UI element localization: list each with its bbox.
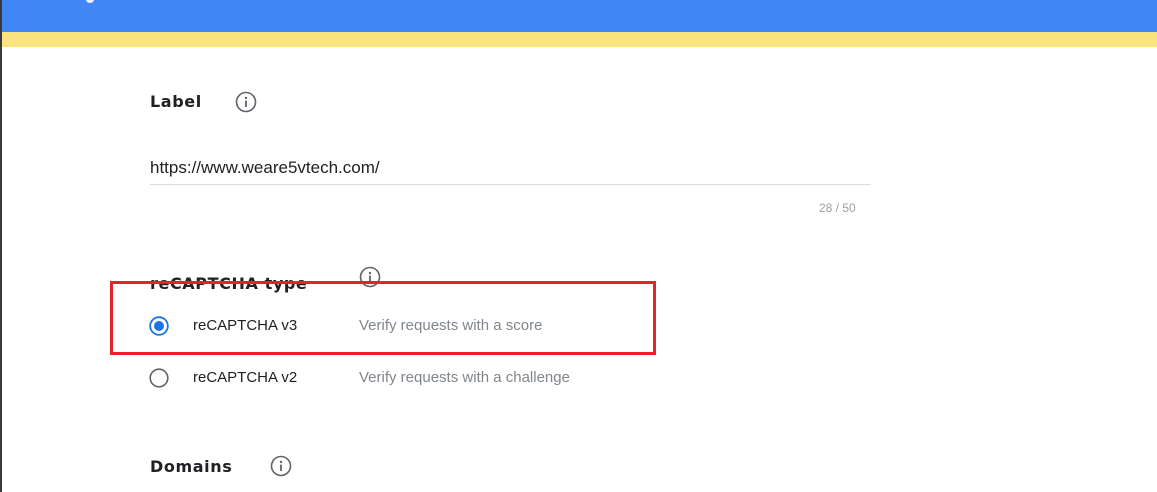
header-accent-stripe xyxy=(2,32,1157,47)
label-input-underline xyxy=(150,184,871,185)
header-bar xyxy=(2,0,1157,32)
label-input[interactable]: https://www.weare5vtech.com/ xyxy=(150,158,380,178)
radio-option-recaptcha-v2[interactable]: reCAPTCHA v2 Verify requests with a chal… xyxy=(147,364,667,394)
info-icon[interactable] xyxy=(270,455,292,477)
label-char-counter: 28 / 50 xyxy=(819,201,856,215)
recaptcha-admin-form: Label https://www.weare5vtech.com/ 28 / … xyxy=(0,0,1157,492)
radio-label: reCAPTCHA v2 xyxy=(193,369,298,386)
radio-description: Verify requests with a challenge xyxy=(359,369,570,386)
label-section-title: Label xyxy=(150,92,202,111)
header-logo-fragment xyxy=(86,0,94,3)
highlight-annotation-box xyxy=(110,281,656,355)
info-icon[interactable] xyxy=(235,91,257,113)
radio-unselected-icon[interactable] xyxy=(149,368,169,388)
domains-section-title: Domains xyxy=(150,457,233,476)
